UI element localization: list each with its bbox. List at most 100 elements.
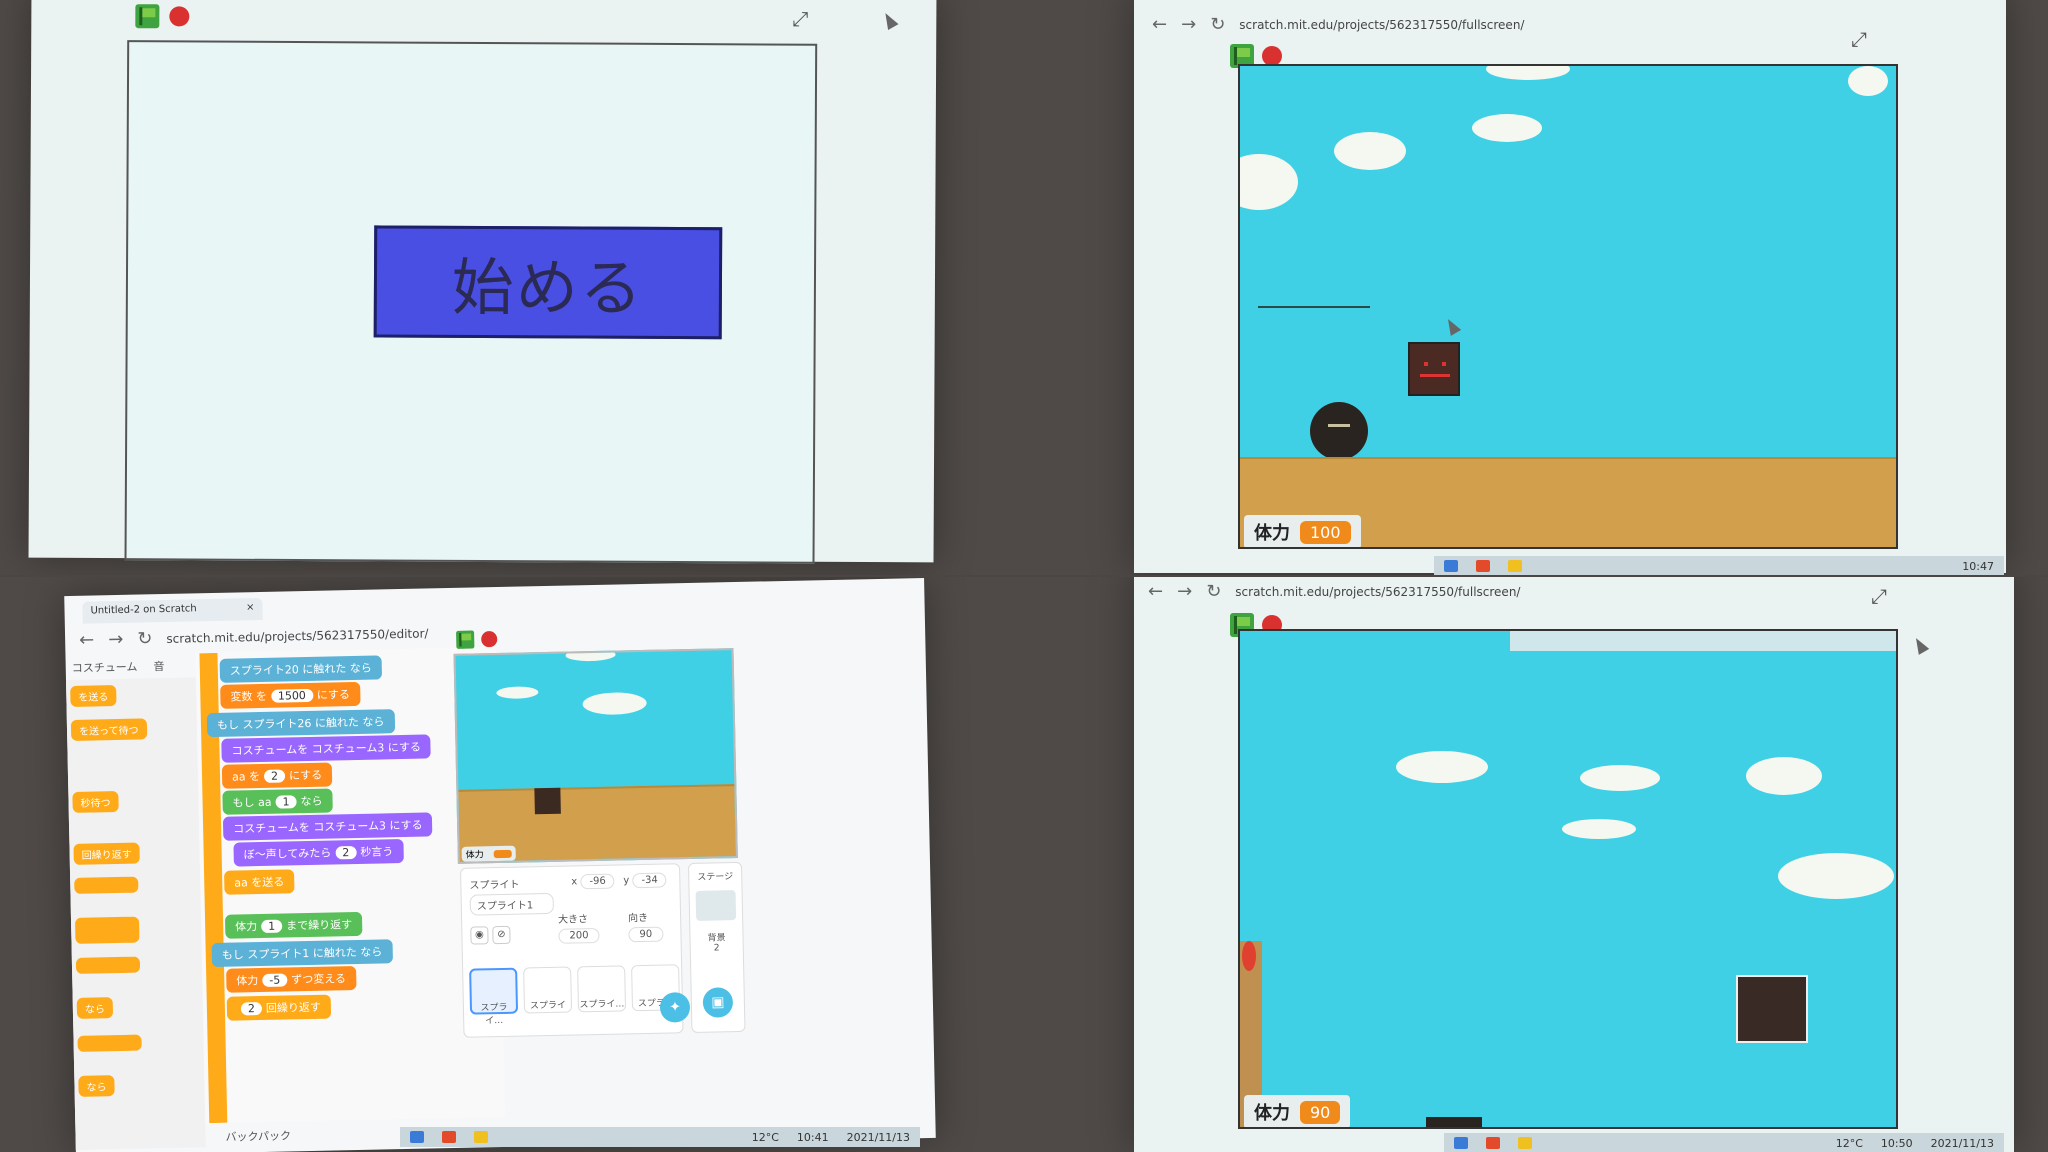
stage: 体力 (453, 648, 738, 864)
cloud (1396, 751, 1488, 783)
show-icon[interactable]: ◉ (470, 926, 489, 945)
script-block[interactable]: 変数 を 1500 にする (220, 681, 361, 709)
health-label: 体力 (1254, 1103, 1290, 1124)
green-flag-button[interactable] (135, 4, 160, 29)
script-block[interactable]: スプライト20 に触れた なら (219, 655, 383, 683)
top-overlay-band (1510, 631, 1896, 651)
cloud (1334, 132, 1406, 170)
cloud (1848, 66, 1888, 96)
start-button-label: 始める (451, 250, 645, 325)
mouse-cursor-icon (1910, 635, 1930, 655)
health-value: 100 (1300, 520, 1351, 544)
script-block[interactable]: もし aa 1 なら (222, 788, 333, 815)
quadrant-game-fullscreen: ← → ↻ scratch.mit.edu/projects/562317550… (1024, 0, 2048, 575)
add-sprite-button[interactable]: ✦ (659, 992, 691, 1023)
bottom-bar-sprite (1426, 1117, 1482, 1127)
size-field[interactable]: 200 (558, 927, 600, 944)
palette-block[interactable] (77, 1034, 142, 1052)
reload-icon[interactable]: ↻ (137, 628, 153, 649)
cloud (1240, 154, 1298, 210)
x-field[interactable]: -96 (580, 873, 615, 890)
stage-thumb[interactable] (695, 890, 737, 921)
cloud (1746, 757, 1822, 795)
palette-block[interactable]: 秒待つ (72, 790, 119, 813)
palette-block[interactable] (74, 916, 140, 944)
script-block[interactable]: もし スプライト1 に触れた なら (211, 939, 393, 968)
back-icon[interactable]: ← (1148, 581, 1163, 602)
browser-window: ⤢ 始める (28, 0, 937, 564)
sprite-thumb[interactable]: スプライ (523, 966, 573, 1014)
script-block[interactable]: 体力 1 まで繰り返す (224, 911, 363, 939)
fullscreen-exit-icon[interactable]: ⤢ (1868, 585, 1890, 607)
tab-costumes[interactable]: コスチューム (72, 659, 138, 676)
script-block[interactable]: ぼ〜声してみたら 2 秒言う (233, 839, 404, 867)
stop-icon (1262, 46, 1282, 66)
add-backdrop-button[interactable]: ▣ (702, 987, 734, 1018)
quadrant-start-screen: ⤢ 始める (0, 0, 1024, 575)
address-bar: ← → ↻ scratch.mit.edu/projects/562317550… (79, 622, 429, 651)
hide-icon[interactable]: ⊘ (492, 925, 511, 945)
enemy-block-sprite (1736, 975, 1808, 1043)
health-label: 体力 (465, 850, 484, 861)
script-block[interactable]: 体力 -5 ずつ変える (226, 966, 357, 993)
back-icon[interactable]: ← (79, 629, 95, 650)
clock-time: 10:50 (1880, 1136, 1913, 1150)
tab-sounds[interactable]: 音 (153, 658, 164, 674)
forward-icon[interactable]: → (1177, 581, 1192, 602)
palette-block[interactable]: なら (78, 1075, 115, 1097)
palette-block[interactable] (75, 956, 141, 974)
url-text[interactable]: scratch.mit.edu/projects/562317550/fulls… (1239, 18, 1524, 32)
stop-button[interactable] (169, 6, 190, 27)
script-block[interactable]: もし スプライト26 に触れた なら (206, 709, 395, 738)
cloud (1486, 66, 1570, 80)
start-button[interactable]: 始める (373, 225, 723, 340)
quadrant-game-fullscreen-2: ← → ↻ scratch.mit.edu/projects/562317550… (1024, 577, 2048, 1152)
back-icon[interactable]: ← (1152, 14, 1167, 35)
fullscreen-exit-icon[interactable]: ⤢ (789, 7, 811, 31)
palette-block[interactable] (74, 876, 139, 894)
health-monitor: 体力 90 (1244, 1095, 1351, 1127)
browser-tab[interactable]: Untitled-2 on Scratch × (82, 597, 263, 624)
direction-label: 向き (627, 912, 649, 925)
palette-block[interactable]: を送る (70, 684, 117, 707)
url-text[interactable]: scratch.mit.edu/projects/562317550/fulls… (1235, 585, 1520, 599)
sprite-thumb[interactable]: スプライ… (577, 965, 627, 1013)
script-block[interactable]: 2 回繰り返す (226, 994, 332, 1021)
clock-date: 2021/11/13 (1930, 1136, 1994, 1150)
block-palette: を送る を送って待つ 秒待つ 回繰り返す なら なら (65, 677, 206, 1150)
y-field[interactable]: -34 (632, 872, 667, 889)
script-block[interactable]: コスチュームを コスチューム3 にする (221, 734, 432, 763)
cloud (565, 648, 616, 662)
palette-block[interactable]: 回繰り返す (73, 842, 140, 865)
green-flag-button[interactable] (453, 627, 477, 651)
script-block[interactable]: コスチュームを コスチューム3 にする (222, 812, 433, 841)
reload-icon[interactable]: ↻ (1210, 14, 1225, 35)
palette-block[interactable]: なら (76, 997, 114, 1019)
close-tab-icon[interactable]: × (246, 602, 255, 613)
script-block[interactable]: aa を送る (224, 869, 295, 895)
taskbar: 12°C 10:41 2021/11/13 (400, 1127, 920, 1147)
x-label: x (571, 876, 578, 888)
sprite-thumb-selected[interactable]: スプライ… (469, 967, 519, 1026)
palette-block[interactable]: を送って待つ (70, 718, 147, 741)
fullscreen-exit-icon[interactable]: ⤢ (1848, 28, 1870, 50)
forward-icon[interactable]: → (1181, 14, 1196, 35)
cloud (1562, 819, 1636, 839)
mouse-cursor-icon (880, 10, 899, 31)
sprite-name-field[interactable]: スプライト1 (469, 892, 554, 916)
reload-icon[interactable]: ↻ (1206, 581, 1221, 602)
clock-date: 2021/11/13 (846, 1130, 910, 1144)
player-ball-sprite (1310, 402, 1368, 460)
stage-panel-title: ステージ (697, 872, 734, 883)
forward-icon[interactable]: → (108, 629, 124, 650)
yellow-dot (813, 435, 818, 466)
url-text[interactable]: scratch.mit.edu/projects/562317550/edito… (166, 626, 428, 645)
direction-field[interactable]: 90 (628, 926, 664, 943)
clock-time: 10:47 (1962, 559, 1994, 573)
stop-button[interactable] (479, 629, 499, 649)
backpack-label[interactable]: バックパック (225, 1127, 291, 1144)
stop-button[interactable] (1262, 46, 1282, 66)
script-block[interactable]: aa を 2 にする (221, 762, 333, 789)
stage-target-panel[interactable]: ステージ 背景 2 ▣ (687, 861, 746, 1034)
green-flag-icon (456, 630, 475, 649)
